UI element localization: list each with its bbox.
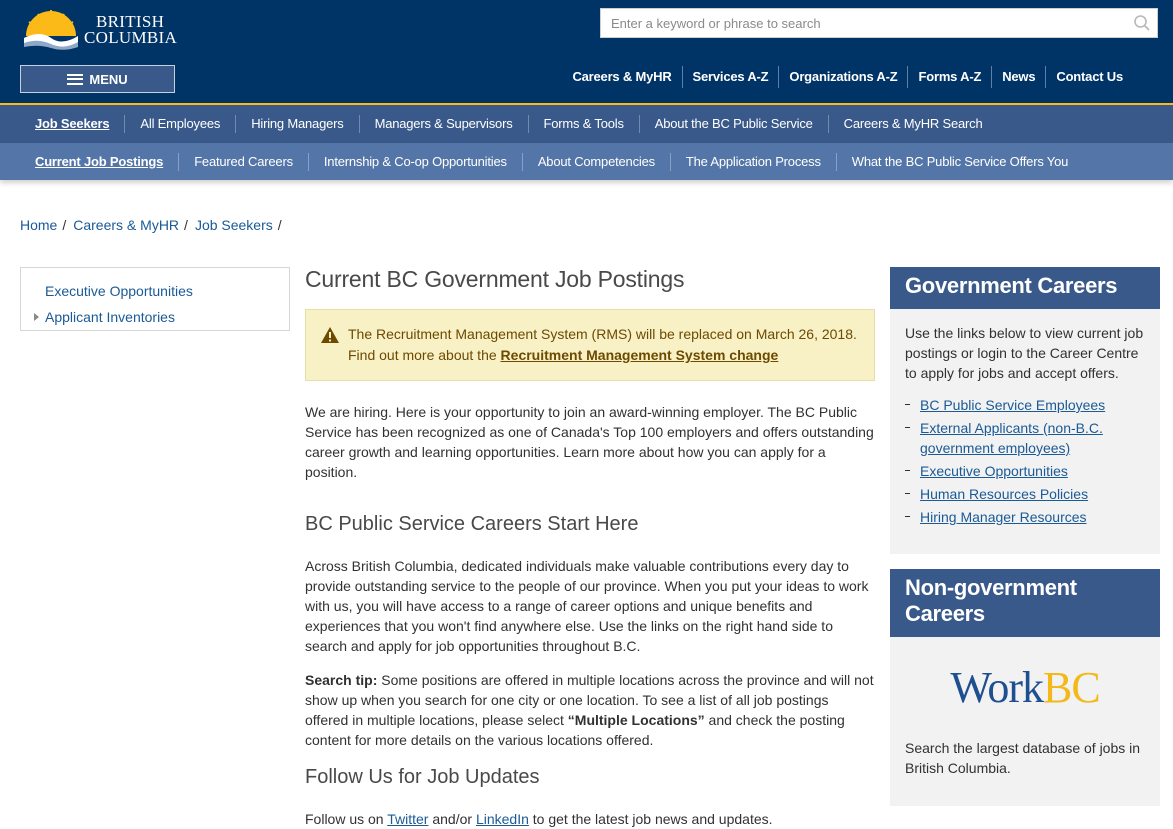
nav-forms-tools[interactable]: Forms & Tools [527,115,639,133]
alert-line-1: The Recruitment Management System (RMS) … [348,326,857,342]
intro-paragraph: We are hiring. Here is your opportunity … [305,404,874,480]
search-box [600,8,1158,38]
nav-hiring-managers[interactable]: Hiring Managers [235,115,358,133]
utility-nav: Careers & MyHR Services A-Z Organization… [562,66,1133,88]
util-link-forms[interactable]: Forms A-Z [907,66,991,88]
breadcrumb-separator: / [277,217,282,233]
non-government-careers-title: Non-government Careers [890,569,1160,637]
subnav-featured-careers[interactable]: Featured Careers [178,152,308,171]
link-external-applicants[interactable]: External Applicants (non-B.C. government… [920,420,1103,456]
government-careers-description: Use the links below to view current job … [905,325,1144,381]
follow-prefix: Follow us on [305,811,388,827]
secondary-nav: Current Job Postings Featured Careers In… [0,143,1173,180]
breadcrumb-careers-myhr[interactable]: Careers & MyHR [73,217,179,233]
link-bc-public-service-employees[interactable]: BC Public Service Employees [920,397,1105,413]
bc-sun-logo-icon [24,10,78,52]
follow-mid: and/or [428,811,476,827]
util-link-news[interactable]: News [991,66,1045,88]
across-bc-paragraph: Across British Columbia, dedicated indiv… [305,558,869,654]
workbc-logo-part-1: Work [950,663,1044,712]
side-nav-executive-opportunities[interactable]: Executive Opportunities [21,278,289,304]
subnav-current-job-postings[interactable]: Current Job Postings [20,153,178,171]
side-nav-applicant-inventories[interactable]: Applicant Inventories [21,304,289,330]
heading-follow-us: Follow Us for Job Updates [305,766,540,788]
breadcrumb: Home / Careers & MyHR / Job Seekers / [20,217,289,233]
util-link-contact[interactable]: Contact Us [1045,66,1133,88]
logo-line-2: COLUMBIA [84,28,178,47]
nav-job-seekers[interactable]: Job Seekers [20,115,124,133]
nav-managers-supervisors[interactable]: Managers & Supervisors [358,115,528,133]
government-careers-card: Government Careers Use the links below t… [890,267,1160,554]
link-hr-policies[interactable]: Human Resources Policies [920,486,1088,502]
heading-careers-start-here: BC Public Service Careers Start Here [305,513,639,535]
follow-paragraph: Follow us on Twitter and/or LinkedIn to … [305,809,875,829]
alert-line-2: Find out more about the Recruitment Mana… [348,345,864,366]
side-nav-label: Applicant Inventories [45,309,175,325]
breadcrumb-home[interactable]: Home [20,217,57,233]
util-link-organizations[interactable]: Organizations A-Z [778,66,907,88]
nav-about-bc-public-service[interactable]: About the BC Public Service [638,115,828,133]
page-title: Current BC Government Job Postings [305,266,685,292]
warning-icon [321,327,339,343]
non-government-careers-description: Search the largest database of jobs in B… [905,740,1141,776]
breadcrumb-job-seekers[interactable]: Job Seekers [195,217,273,233]
breadcrumb-separator: / [62,217,67,233]
link-executive-opportunities[interactable]: Executive Opportunities [920,463,1068,479]
logo-wordmark: BRITISH COLUMBIA [84,13,178,47]
subnav-application-process[interactable]: The Application Process [669,152,836,171]
list-item: External Applicants (non-B.C. government… [905,418,1145,458]
nav-careers-myhr-search[interactable]: Careers & MyHR Search [827,115,998,133]
triangle-right-icon [34,313,39,321]
list-item: Executive Opportunities [905,461,1145,481]
subnav-about-competencies[interactable]: About Competencies [521,152,670,171]
link-hiring-manager-resources[interactable]: Hiring Manager Resources [920,509,1087,525]
bc-logo[interactable]: BRITISH COLUMBIA [20,8,180,52]
menu-label: MENU [89,71,128,87]
search-input[interactable] [601,9,1121,37]
linkedin-link[interactable]: LinkedIn [476,811,529,827]
util-link-careers-myhr[interactable]: Careers & MyHR [562,66,681,88]
search-tip-paragraph: Search tip: Some positions are offered i… [305,670,875,750]
menu-icon [67,73,84,85]
subnav-internship-coop[interactable]: Internship & Co-op Opportunities [307,152,522,171]
site-header: BRITISH COLUMBIA MENU Careers & MyHR Ser… [0,0,1173,103]
menu-button[interactable]: MENU [20,65,175,93]
twitter-link[interactable]: Twitter [387,811,428,827]
search-tip-label: Search tip: [305,672,378,688]
search-icon[interactable] [1133,14,1151,32]
non-government-careers-card: Non-government Careers Work BC Search the… [890,569,1160,806]
breadcrumb-separator: / [184,217,188,233]
list-item: Human Resources Policies [905,484,1145,504]
government-careers-title: Government Careers [890,267,1160,309]
government-careers-links: BC Public Service Employees External App… [890,383,1160,527]
search-tip-multiple-locations: “Multiple Locations” [567,712,705,728]
workbc-logo[interactable]: Work BC [890,637,1160,738]
list-item: Hiring Manager Resources [905,507,1145,527]
primary-nav: Job Seekers All Employees Hiring Manager… [0,103,1173,143]
follow-suffix: to get the latest job news and updates. [528,811,773,827]
side-nav: Executive Opportunities Applicant Invent… [20,267,290,331]
util-link-services[interactable]: Services A-Z [681,66,779,88]
workbc-logo-part-2: BC [1042,663,1101,712]
nav-all-employees[interactable]: All Employees [124,115,235,133]
rms-change-link[interactable]: Recruitment Management System change [501,347,779,363]
main-content: Current BC Government Job Postings The R… [305,264,875,829]
alert-line-2-prefix: Find out more about the [348,347,501,363]
rms-alert: The Recruitment Management System (RMS) … [305,309,875,381]
subnav-what-offers-you[interactable]: What the BC Public Service Offers You [835,152,1083,171]
list-item: BC Public Service Employees [905,395,1145,415]
